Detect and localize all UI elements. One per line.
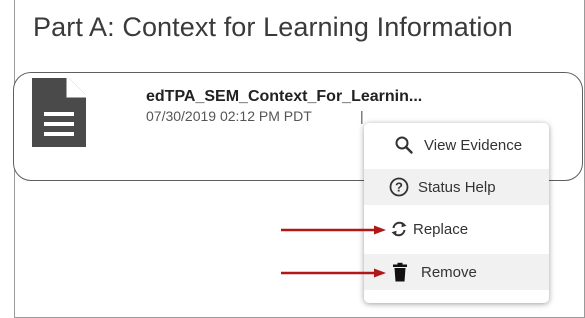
menu-item-status-help[interactable]: ? Status Help <box>364 169 549 205</box>
menu-item-replace[interactable]: Replace <box>364 211 549 247</box>
replace-arrows-icon <box>389 219 409 239</box>
question-circle-icon: ? <box>389 177 409 197</box>
page-title: Part A: Context for Learning Information <box>33 12 513 42</box>
annotation-arrow <box>281 225 386 235</box>
menu-item-label: Status Help <box>418 178 496 196</box>
menu-item-remove[interactable]: Remove <box>364 254 549 290</box>
meta-separator: | <box>360 108 364 124</box>
trash-icon <box>390 262 410 282</box>
svg-text:?: ? <box>395 180 403 195</box>
menu-item-label: Remove <box>421 263 477 281</box>
menu-item-label: View Evidence <box>424 136 523 154</box>
menu-item-label: Replace <box>413 220 469 238</box>
file-timestamp: 07/30/2019 02:12 PM PDT <box>146 108 312 124</box>
file-name[interactable]: edTPA_SEM_Context_For_Learnin... <box>146 88 422 106</box>
document-icon <box>32 78 86 147</box>
evidence-action-menu: View Evidence ? Status Help Replace Remo… <box>364 123 549 303</box>
annotation-arrow <box>281 268 386 278</box>
search-icon <box>394 135 414 155</box>
menu-item-view-evidence[interactable]: View Evidence <box>364 127 549 163</box>
